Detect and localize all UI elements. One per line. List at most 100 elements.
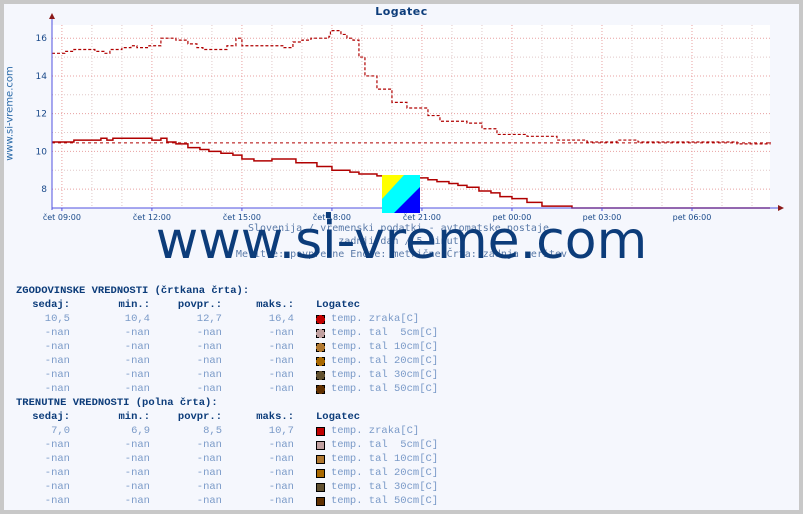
table-row: 10,5 10,4 12,7 16,4 temp. zraka[C]: [16, 312, 496, 326]
series-legend: temp. tal 30cm[C]: [294, 480, 496, 494]
y-tick-label: 8: [41, 185, 47, 195]
header-min: min.:: [118, 299, 150, 311]
series-legend: temp. zraka[C]: [294, 312, 496, 326]
value-min: -nan: [124, 383, 150, 395]
value-now: -nan: [44, 341, 70, 353]
header-now: sedaj:: [32, 411, 70, 423]
value-avg: -nan: [196, 481, 222, 493]
current-header-row: sedaj: min.: povpr.: maks.: Logatec: [16, 410, 496, 424]
legend-swatch-icon: [316, 454, 325, 464]
table-row: -nan -nan -nan -nan temp. tal 30cm[C]: [16, 480, 496, 494]
value-avg: -nan: [196, 369, 222, 381]
table-row: -nan -nan -nan -nan temp. tal 20cm[C]: [16, 466, 496, 480]
current-values-table: TRENUTNE VREDNOSTI (polna črta): sedaj: …: [16, 396, 496, 508]
value-max: -nan: [268, 439, 294, 451]
series-legend: temp. tal 5cm[C]: [294, 326, 496, 340]
value-max: -nan: [268, 453, 294, 465]
value-now: -nan: [44, 439, 70, 451]
series-legend: temp. zraka[C]: [294, 424, 496, 438]
value-now: -nan: [44, 327, 70, 339]
legend-swatch-icon: [316, 342, 325, 352]
value-min: -nan: [124, 467, 150, 479]
historical-values-table: ZGODOVINSKE VREDNOSTI (črtkana črta): se…: [16, 284, 496, 396]
y-tick-label: 16: [36, 34, 48, 44]
historical-section-title: ZGODOVINSKE VREDNOSTI (črtkana črta):: [16, 285, 250, 297]
value-now: 7,0: [51, 425, 70, 437]
value-min: -nan: [124, 327, 150, 339]
side-site-label: www.si-vreme.com: [4, 66, 16, 161]
y-tick-label: 12: [36, 110, 47, 120]
series-label: temp. tal 20cm[C]: [331, 355, 439, 367]
legend-swatch-icon: [316, 314, 325, 324]
series-label: temp. tal 50cm[C]: [331, 495, 439, 507]
value-min: -nan: [124, 341, 150, 353]
header-station: Logatec: [316, 411, 361, 423]
legend-swatch-icon: [316, 356, 325, 366]
table-row: -nan -nan -nan -nan temp. tal 20cm[C]: [16, 354, 496, 368]
header-now: sedaj:: [32, 299, 70, 311]
value-now: -nan: [44, 495, 70, 507]
value-max: -nan: [268, 495, 294, 507]
value-now: -nan: [44, 383, 70, 395]
value-now: -nan: [44, 481, 70, 493]
table-row: -nan -nan -nan -nan temp. tal 10cm[C]: [16, 452, 496, 466]
y-tick-labels: 8 10 12 14 16: [36, 34, 48, 195]
legend-swatch-icon: [316, 496, 325, 506]
value-max: -nan: [268, 481, 294, 493]
value-now: -nan: [44, 453, 70, 465]
table-row: -nan -nan -nan -nan temp. tal 30cm[C]: [16, 368, 496, 382]
header-avg: povpr.:: [177, 411, 222, 423]
series-label: temp. tal 30cm[C]: [331, 369, 439, 381]
series-legend: temp. tal 5cm[C]: [294, 438, 496, 452]
table-row: 7,0 6,9 8,5 10,7 temp. zraka[C]: [16, 424, 496, 438]
value-avg: -nan: [196, 383, 222, 395]
y-axis-arrow-icon: [49, 13, 55, 19]
value-min: -nan: [124, 495, 150, 507]
value-avg: -nan: [196, 439, 222, 451]
current-section-title: TRENUTNE VREDNOSTI (polna črta):: [16, 397, 218, 409]
table-row: -nan -nan -nan -nan temp. tal 5cm[C]: [16, 438, 496, 452]
value-avg: -nan: [196, 341, 222, 353]
series-legend: temp. tal 30cm[C]: [294, 368, 496, 382]
series-label: temp. tal 20cm[C]: [331, 467, 439, 479]
value-min: -nan: [124, 481, 150, 493]
historical-header-row: sedaj: min.: povpr.: maks.: Logatec: [16, 298, 496, 312]
series-legend: temp. tal 10cm[C]: [294, 340, 496, 354]
series-label: temp. tal 10cm[C]: [331, 341, 439, 353]
value-min: -nan: [124, 369, 150, 381]
value-min: -nan: [124, 355, 150, 367]
value-min: -nan: [124, 439, 150, 451]
value-avg: -nan: [196, 327, 222, 339]
legend-swatch-icon: [316, 328, 325, 338]
value-avg: -nan: [196, 355, 222, 367]
legend-swatch-icon: [316, 468, 325, 478]
y-tick-label: 14: [36, 72, 48, 82]
value-max: -nan: [268, 369, 294, 381]
value-max: -nan: [268, 341, 294, 353]
series-legend: temp. tal 50cm[C]: [294, 382, 496, 396]
series-label: temp. zraka[C]: [331, 313, 420, 325]
series-label: temp. tal 5cm[C]: [331, 439, 439, 451]
value-min: 10,4: [124, 313, 150, 325]
value-min: -nan: [124, 453, 150, 465]
value-avg: -nan: [196, 467, 222, 479]
value-min: 6,9: [131, 425, 150, 437]
header-station: Logatec: [316, 299, 361, 311]
value-avg: 12,7: [196, 313, 222, 325]
legend-swatch-icon: [316, 440, 325, 450]
series-legend: temp. tal 20cm[C]: [294, 466, 496, 480]
series-legend: temp. tal 20cm[C]: [294, 354, 496, 368]
series-label: temp. tal 5cm[C]: [331, 327, 439, 339]
header-max: maks.:: [256, 299, 294, 311]
header-max: maks.:: [256, 411, 294, 423]
series-label: temp. tal 30cm[C]: [331, 481, 439, 493]
table-row: -nan -nan -nan -nan temp. tal 50cm[C]: [16, 494, 496, 508]
y-tick-label: 10: [36, 147, 48, 157]
value-max: -nan: [268, 327, 294, 339]
legend-swatch-icon: [316, 370, 325, 380]
legend-swatch-icon: [316, 426, 325, 436]
series-label: temp. tal 50cm[C]: [331, 383, 439, 395]
table-row: -nan -nan -nan -nan temp. tal 5cm[C]: [16, 326, 496, 340]
value-avg: 8,5: [203, 425, 222, 437]
value-avg: -nan: [196, 453, 222, 465]
